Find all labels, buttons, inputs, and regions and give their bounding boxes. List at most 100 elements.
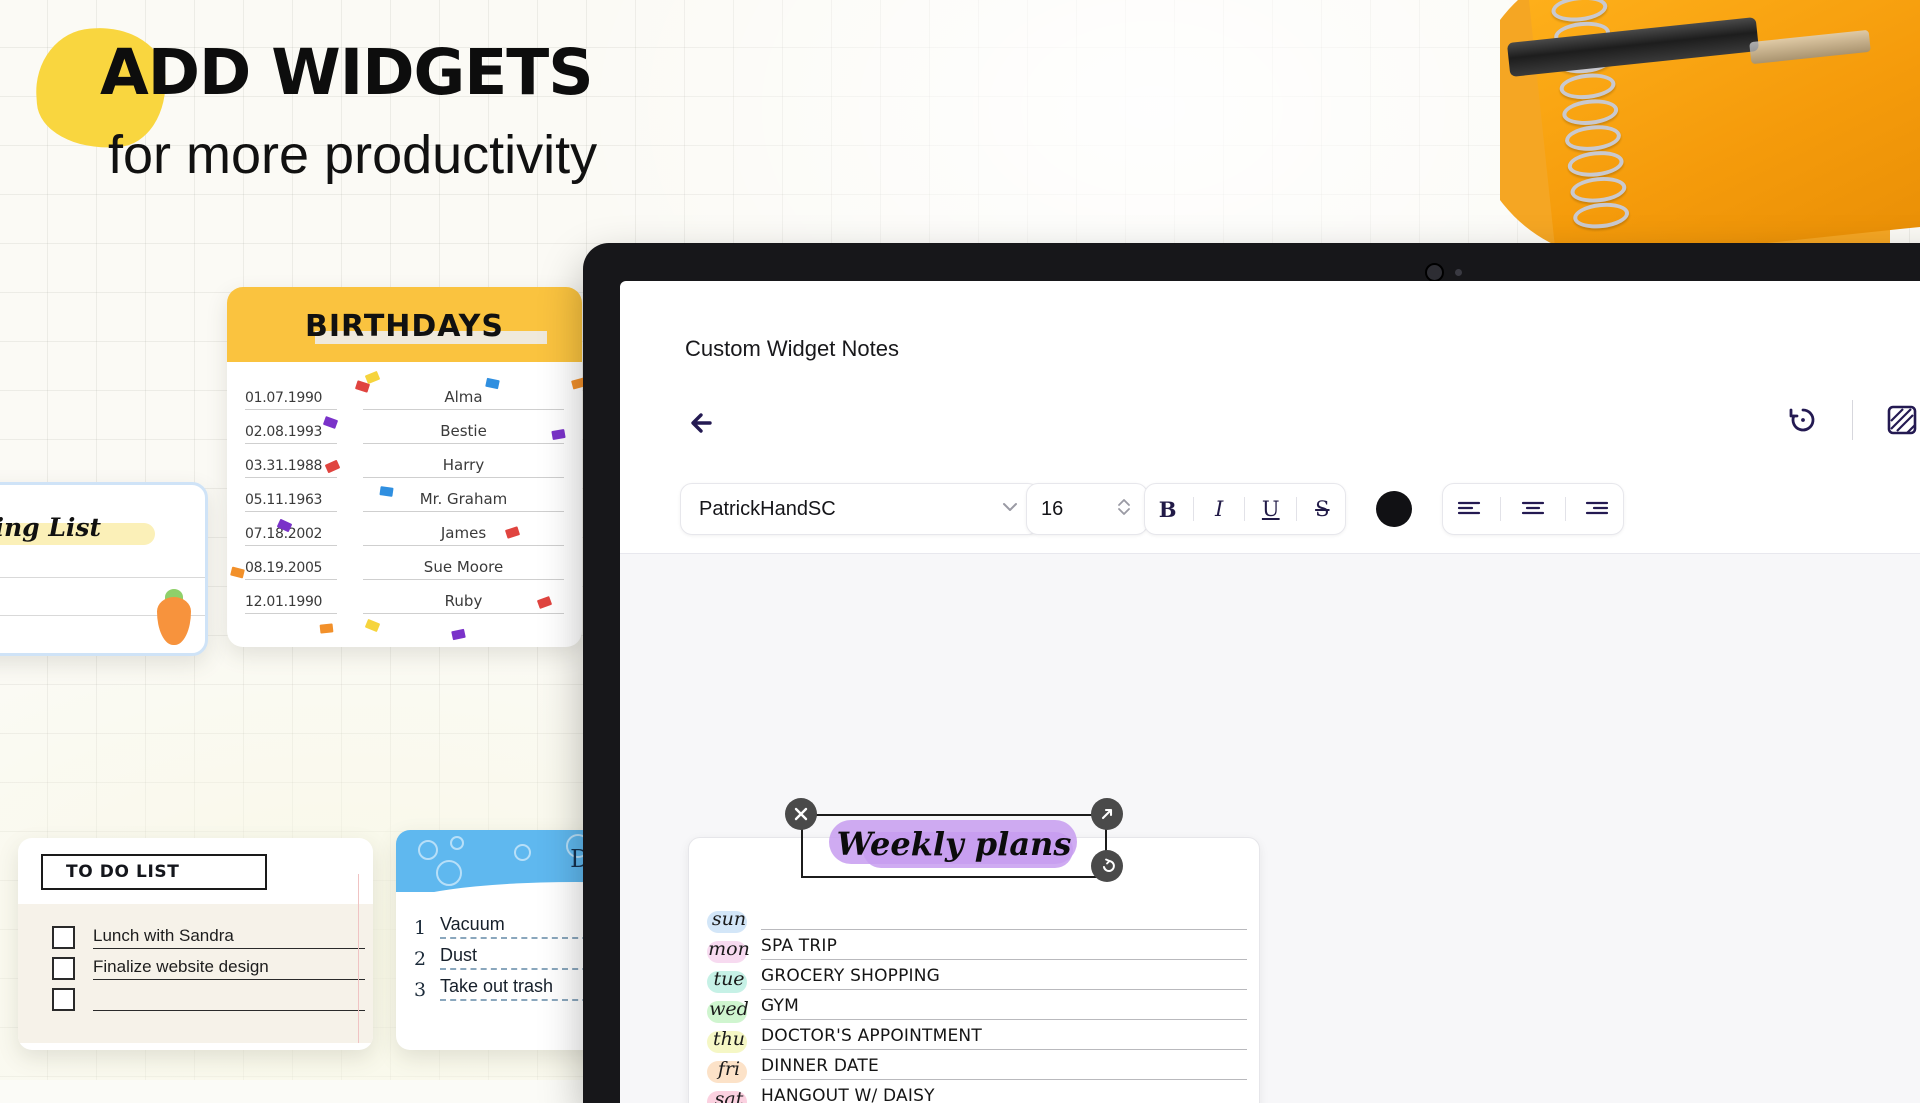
list-item[interactable]: Lunch with Sandra	[18, 918, 373, 949]
birthday-date: 01.07.1990	[245, 390, 337, 410]
weekly-text[interactable]: DOCTOR'S APPOINTMENT	[761, 1026, 1247, 1050]
weekly-day: mon	[703, 938, 755, 963]
text-style-group: B I U S	[1144, 483, 1346, 535]
weekly-day: sat	[703, 1088, 755, 1103]
headline-line-1: ADD WIDGETS	[100, 36, 594, 109]
italic-button[interactable]: I	[1199, 489, 1239, 529]
confetti	[379, 486, 394, 497]
list-item[interactable]: mon SPA TRIP	[703, 930, 1247, 963]
weekly-day: fri	[703, 1058, 755, 1083]
birthdays-title: BIRTHDAYS	[305, 309, 504, 344]
headline: ADD WIDGETS for more productivity	[100, 36, 920, 186]
birthday-date: 02.08.1993	[245, 424, 337, 444]
shopping-line	[0, 577, 205, 578]
todo-checkbox[interactable]	[52, 957, 75, 980]
weekly-text[interactable]: GYM	[761, 996, 1247, 1020]
tablet-device: Custom Widget Notes PatrickHandSC 16 B I…	[583, 243, 1920, 1103]
birthdays-header: BIRTHDAYS	[227, 287, 582, 362]
text-color-swatch[interactable]	[1376, 491, 1412, 527]
weekly-text[interactable]	[761, 926, 1247, 930]
widget-todo-list[interactable]: TO DO LIST Lunch with Sandra Finalize we…	[18, 838, 373, 1050]
weekly-day: thu	[703, 1028, 755, 1053]
weekly-text[interactable]: SPA TRIP	[761, 936, 1247, 960]
daily-number: 1	[414, 917, 427, 939]
font-family-value: PatrickHandSC	[699, 497, 836, 520]
resize-icon[interactable]	[1091, 798, 1123, 830]
todo-text[interactable]: Finalize website design	[93, 957, 365, 980]
weekly-text[interactable]: HANGOUT W/ DAISY	[761, 1086, 1247, 1103]
topbar-icons	[1780, 397, 1920, 443]
birthday-name: Alma	[363, 388, 564, 410]
birthday-name: Ruby	[363, 592, 564, 614]
widget-weekly-plans[interactable]: Weekly plans sun mon SPA TRIP tue GROCER…	[688, 798, 1260, 1103]
weekly-plans-title: Weekly plans	[836, 825, 1072, 863]
app-topbar	[620, 381, 1920, 465]
pattern-fill-icon[interactable]	[1879, 397, 1920, 443]
todo-margin-line	[357, 874, 359, 1043]
weekly-day: wed	[703, 998, 755, 1023]
birthday-name: Mr. Graham	[363, 490, 564, 512]
weekly-text[interactable]: GROCERY SHOPPING	[761, 966, 1247, 990]
table-row[interactable]: 12.01.1990 Ruby	[245, 580, 564, 614]
weekly-text[interactable]: DINNER DATE	[761, 1056, 1247, 1080]
widget-shopping-list[interactable]: ping List	[0, 482, 208, 656]
font-family-select[interactable]: PatrickHandSC	[680, 483, 1040, 535]
todo-checkbox[interactable]	[52, 926, 75, 949]
weekly-day: tue	[703, 968, 755, 993]
todo-body: Lunch with Sandra Finalize website desig…	[18, 874, 373, 1043]
birthdays-rows: 01.07.1990 Alma 02.08.1993 Bestie 03.31.…	[227, 362, 582, 614]
birthday-name: Harry	[363, 456, 564, 478]
list-item[interactable]: tue GROCERY SHOPPING	[703, 960, 1247, 993]
birthday-date: 07.18.2002	[245, 526, 337, 546]
birthday-name: Bestie	[363, 422, 564, 444]
underline-button[interactable]: U	[1251, 489, 1291, 529]
weekly-day: sun	[703, 908, 755, 933]
stepper-arrows-icon[interactable]	[1115, 495, 1133, 524]
birthday-date: 03.31.1988	[245, 458, 337, 478]
camera-icon	[1425, 263, 1444, 282]
note-canvas[interactable]: Weekly plans sun mon SPA TRIP tue GROCER…	[620, 554, 1920, 1103]
daily-number: 3	[414, 979, 427, 1001]
list-item[interactable]: sun	[703, 900, 1247, 933]
birthday-name: James	[363, 524, 564, 546]
table-row[interactable]: 05.11.1963 Mr. Graham	[245, 478, 564, 512]
close-icon[interactable]	[785, 798, 817, 830]
table-row[interactable]: 02.08.1993 Bestie	[245, 410, 564, 444]
notebook-pen-photo	[1500, 0, 1920, 250]
birthday-date: 08.19.2005	[245, 560, 337, 580]
text-align-group	[1442, 483, 1624, 535]
carrot-icon	[157, 597, 191, 645]
list-item[interactable]: thu DOCTOR'S APPOINTMENT	[703, 1020, 1247, 1053]
strikethrough-button[interactable]: S	[1302, 489, 1342, 529]
align-center-button[interactable]	[1513, 489, 1553, 529]
formatting-toolbar: PatrickHandSC 16 B I U S	[620, 471, 1920, 551]
align-right-button[interactable]	[1577, 489, 1617, 529]
birthday-name: Sue Moore	[363, 558, 564, 580]
list-item[interactable]: Finalize website design	[18, 949, 373, 980]
font-size-value: 16	[1041, 497, 1064, 520]
list-item[interactable]: sat HANGOUT W/ DAISY	[703, 1080, 1247, 1103]
table-row[interactable]: 01.07.1990 Alma	[245, 376, 564, 410]
list-item[interactable]: wed GYM	[703, 990, 1247, 1023]
headline-line-2: for more productivity	[108, 125, 598, 186]
tablet-screen: Custom Widget Notes PatrickHandSC 16 B I…	[620, 281, 1920, 1103]
back-button[interactable]	[680, 401, 724, 445]
todo-checkbox[interactable]	[52, 988, 75, 1011]
bold-button[interactable]: B	[1148, 489, 1188, 529]
list-item[interactable]: fri DINNER DATE	[703, 1050, 1247, 1083]
table-row[interactable]: 03.31.1988 Harry	[245, 444, 564, 478]
rotate-icon[interactable]	[1091, 850, 1123, 882]
sensor-icon	[1455, 269, 1462, 276]
weekly-rows: sun mon SPA TRIP tue GROCERY SHOPPING we…	[689, 900, 1259, 1103]
font-size-stepper[interactable]: 16	[1026, 483, 1148, 535]
todo-text[interactable]	[93, 1008, 365, 1011]
weekly-title-selection[interactable]: Weekly plans	[785, 798, 1123, 882]
widget-birthdays[interactable]: BIRTHDAYS 01.07.1990 Alma 02.08.1993 Bes…	[227, 287, 582, 647]
chevron-down-icon	[999, 496, 1021, 523]
todo-title: TO DO LIST	[66, 862, 180, 882]
list-item[interactable]	[18, 980, 373, 1011]
history-icon[interactable]	[1780, 397, 1826, 443]
table-row[interactable]: 08.19.2005 Sue Moore	[245, 546, 564, 580]
todo-text[interactable]: Lunch with Sandra	[93, 926, 365, 949]
align-left-button[interactable]	[1449, 489, 1489, 529]
